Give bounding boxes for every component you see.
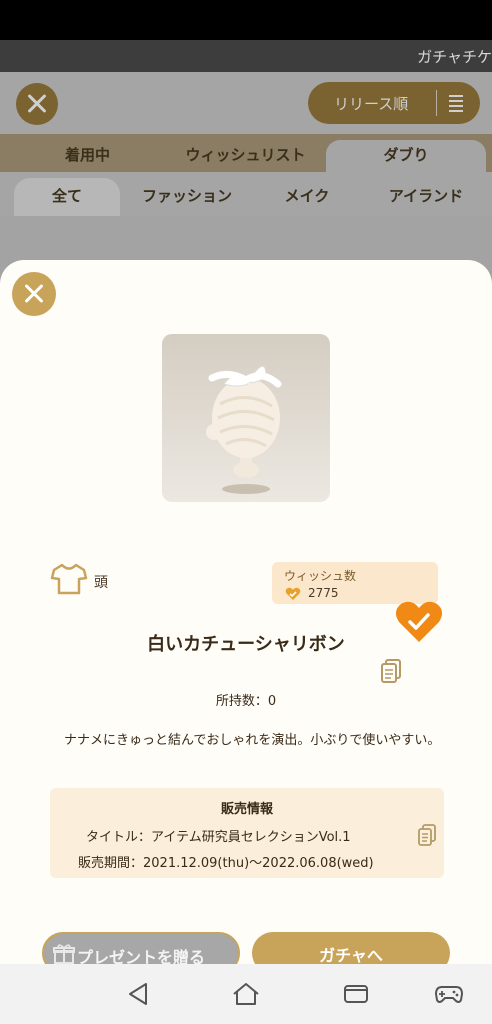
tab-makeup: メイク [284, 187, 330, 205]
primary-tabs: 着用中 ウィッシュリスト ダブり [0, 134, 492, 172]
list-header: リリース順 [0, 72, 492, 134]
item-category: 頭 [94, 575, 108, 591]
tab-all: 全て [14, 178, 120, 216]
secondary-tabs: 全て ファッション メイク アイランド [0, 172, 492, 216]
tab-island: アイランド [388, 187, 464, 205]
wish-count-value: 2775 [308, 586, 339, 600]
wish-count-label: ウィッシュ数 [284, 569, 357, 583]
copy-icon[interactable] [418, 824, 436, 846]
sales-info-box: 販売情報 タイトル：アイテム研究員セレクションVol.1 販売期間：2021.1… [50, 788, 444, 878]
gift-icon [53, 943, 75, 964]
sort-label: リリース順 [334, 95, 409, 113]
tab-wearing: 着用中 [64, 146, 110, 164]
background-close-icon [16, 83, 58, 125]
app-screen: ガチャチケ リリース順 着用中 ウィッシュリスト ダブり 全て ファッション メ… [0, 40, 492, 964]
gamepad-icon[interactable] [434, 980, 464, 1008]
sales-info-heading: 販売情報 [220, 802, 273, 817]
back-icon[interactable] [124, 980, 154, 1008]
sales-title: タイトル：アイテム研究員セレクションVol.1 [86, 830, 351, 845]
item-detail-sheet: 頭 ウィッシュ数 2775 白いカチューシャリボン 所持数：0 ナナメにきゅっと… [0, 260, 492, 964]
status-bar [0, 0, 492, 40]
home-icon[interactable] [231, 980, 261, 1008]
sort-icon [448, 92, 464, 114]
shirt-icon [50, 562, 88, 596]
tab-duplicates: ダブり [326, 140, 486, 172]
system-navigation-bar [0, 964, 492, 1024]
item-name: 白いカチューシャリボン [147, 634, 345, 655]
sort-button: リリース順 [308, 82, 480, 124]
present-button[interactable]: プレゼントを贈る [42, 932, 240, 964]
gacha-button-label: ガチャへ [319, 946, 383, 964]
copy-icon[interactable] [380, 659, 402, 683]
recents-icon[interactable] [341, 980, 371, 1008]
wish-count-box: ウィッシュ数 2775 [272, 562, 438, 604]
tab-fashion: ファッション [141, 187, 232, 205]
item-description: ナナメにきゅっと結んでおしゃれを演出。小ぶりで使いやすい。 [64, 733, 441, 748]
close-icon[interactable] [12, 272, 56, 316]
sales-period: 販売期間：2021.12.09(thu)〜2022.06.08(wed) [78, 856, 374, 871]
owned-count: 所持数：0 [215, 694, 277, 709]
heart-icon [285, 586, 301, 600]
gacha-button[interactable]: ガチャへ [252, 932, 450, 964]
item-thumbnail [162, 334, 330, 502]
tab-wishlist: ウィッシュリスト [185, 146, 306, 164]
sort-divider [436, 90, 437, 116]
top-strip-label: ガチャチケ [417, 48, 492, 66]
top-strip: ガチャチケ [0, 40, 492, 72]
present-button-label: プレゼントを贈る [77, 948, 206, 964]
